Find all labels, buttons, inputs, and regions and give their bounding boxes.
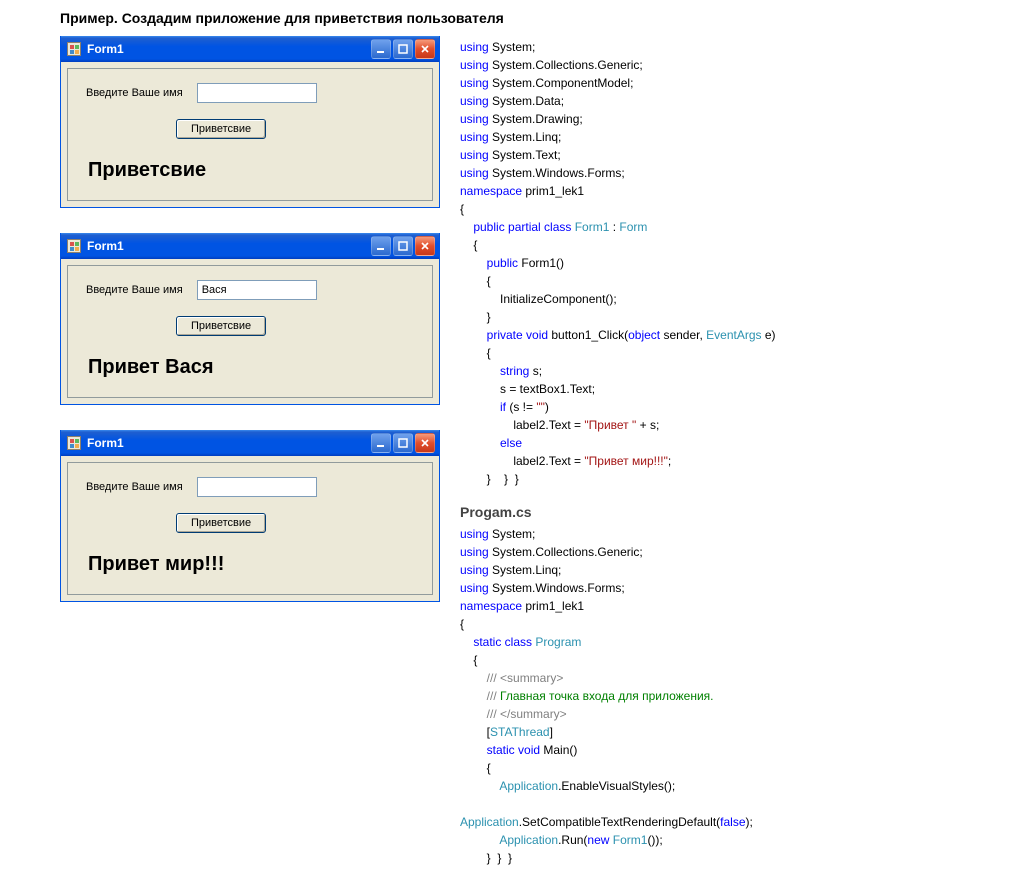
titlebar[interactable]: Form1 (61, 430, 439, 456)
minimize-icon[interactable] (371, 433, 391, 453)
close-icon[interactable] (415, 236, 435, 256)
greet-button[interactable]: Приветсвие (176, 316, 266, 336)
window-form-1: Form1 Введите Ваше имя Приветсвие Привет… (60, 36, 440, 208)
app-icon (67, 42, 81, 56)
code-block-form1: using System; using System.Collections.G… (460, 38, 1004, 488)
close-icon[interactable] (415, 39, 435, 59)
titlebar[interactable]: Form1 (61, 233, 439, 259)
name-input[interactable] (197, 280, 317, 300)
code-block-program: using System; using System.Collections.G… (460, 525, 1004, 867)
window-form-2: Form1 Введите Ваше имя Приветсвие Привет… (60, 233, 440, 405)
window-title: Form1 (87, 239, 371, 253)
window-form-3: Form1 Введите Ваше имя Приветсвие Привет… (60, 430, 440, 602)
window-title: Form1 (87, 42, 371, 56)
app-icon (67, 239, 81, 253)
result-label: Привет мир!!! (86, 543, 414, 582)
maximize-icon[interactable] (393, 39, 413, 59)
minimize-icon[interactable] (371, 39, 391, 59)
input-label: Введите Ваше имя (86, 284, 183, 296)
close-icon[interactable] (415, 433, 435, 453)
minimize-icon[interactable] (371, 236, 391, 256)
input-label: Введите Ваше имя (86, 481, 183, 493)
app-icon (67, 436, 81, 450)
page-title: Пример. Создадим приложение для приветст… (60, 10, 1004, 26)
result-label: Приветсвие (86, 149, 414, 188)
maximize-icon[interactable] (393, 236, 413, 256)
greet-button[interactable]: Приветсвие (176, 513, 266, 533)
name-input[interactable] (197, 477, 317, 497)
filename-program: Progam.cs (460, 502, 1004, 523)
name-input[interactable] (197, 83, 317, 103)
input-label: Введите Ваше имя (86, 87, 183, 99)
greet-button[interactable]: Приветсвие (176, 119, 266, 139)
window-title: Form1 (87, 436, 371, 450)
titlebar[interactable]: Form1 (61, 36, 439, 62)
result-label: Привет Вася (86, 346, 414, 385)
maximize-icon[interactable] (393, 433, 413, 453)
